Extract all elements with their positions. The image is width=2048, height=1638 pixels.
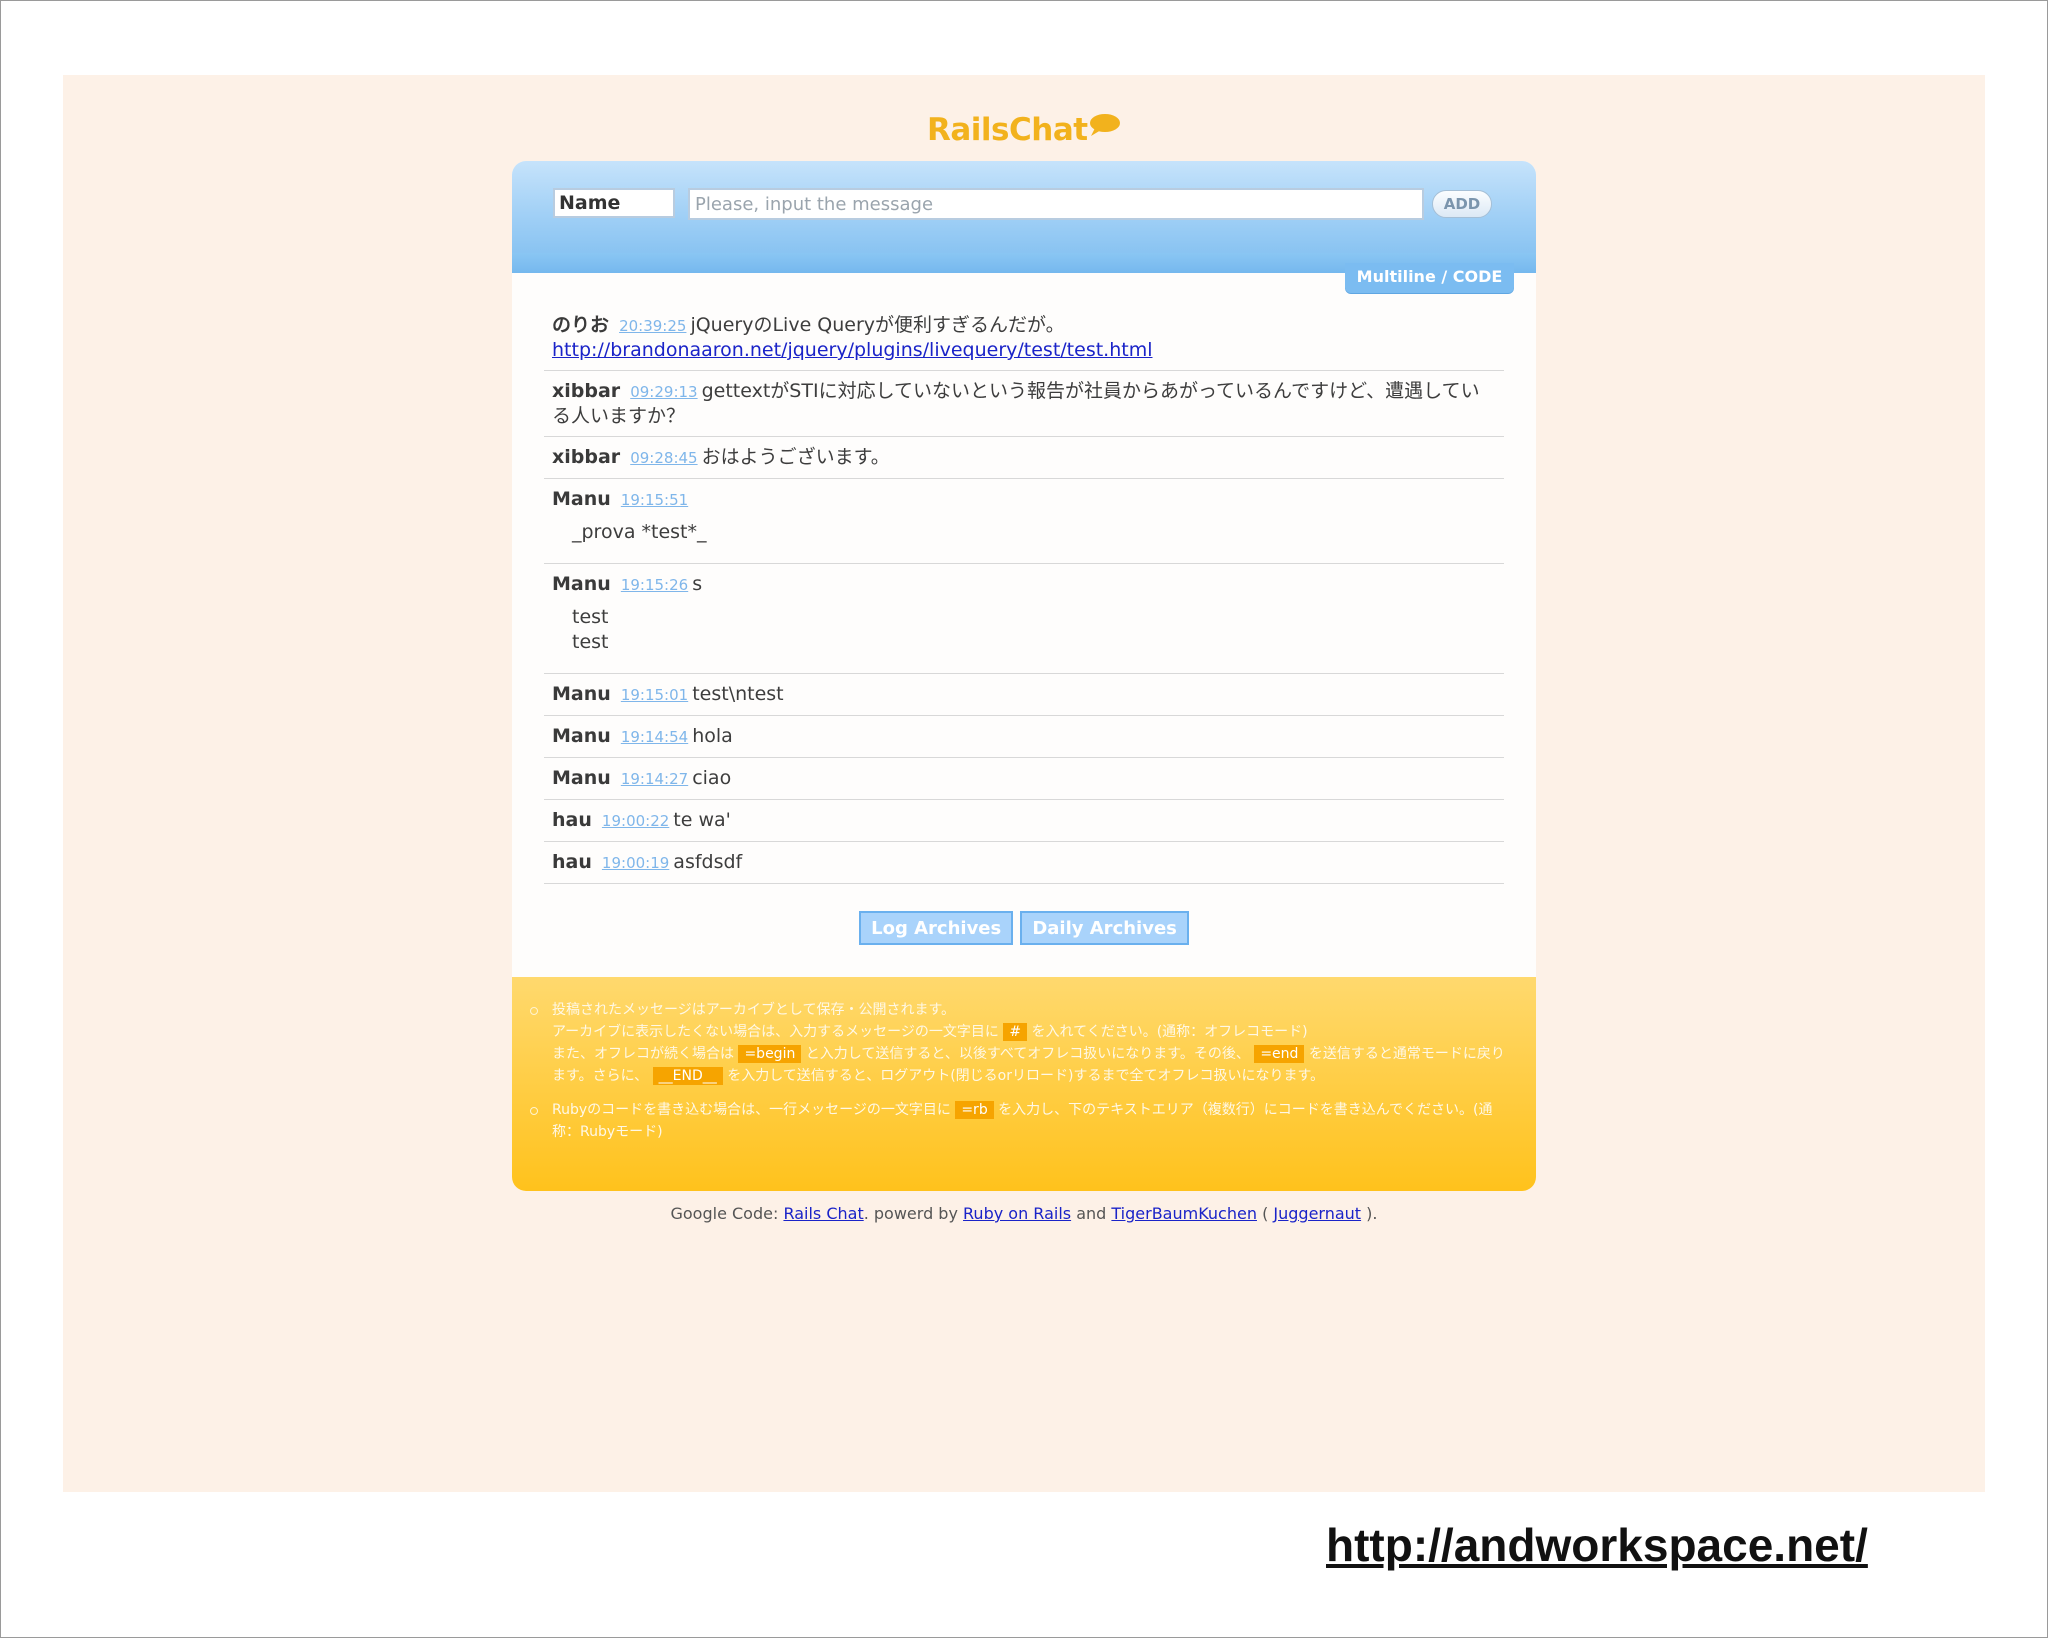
message-list: のりお 20:39:25 jQueryのLive Queryが便利すぎるんだが。 …: [544, 305, 1504, 884]
archive-buttons: Log Archives Daily Archives: [512, 911, 1536, 945]
usage-notes: 投稿されたメッセージはアーカイブとして保存・公開されます。 アーカイブに表示した…: [512, 977, 1536, 1191]
message-item: Manu 19:15:51 _prova *test*_: [544, 479, 1504, 564]
code-tag-hash: #: [1003, 1023, 1028, 1041]
code-tag-rb: =rb: [955, 1101, 994, 1119]
log-archives-button[interactable]: Log Archives: [859, 911, 1014, 945]
message-text: te wa': [673, 809, 731, 831]
note-text: 投稿されたメッセージはアーカイブとして保存・公開されます。: [552, 1002, 956, 1018]
input-bar: ADD: [512, 161, 1536, 273]
message-item: Manu 19:14:27 ciao: [544, 758, 1504, 800]
rails-chat-link[interactable]: Rails Chat: [783, 1204, 863, 1223]
add-button[interactable]: ADD: [1432, 190, 1492, 218]
ruby-on-rails-link[interactable]: Ruby on Rails: [963, 1204, 1071, 1223]
message-author: Manu: [552, 683, 611, 705]
message-text: ciao: [692, 767, 732, 789]
note-offrecord: 投稿されたメッセージはアーカイブとして保存・公開されます。 アーカイブに表示した…: [530, 999, 1516, 1087]
message-text: jQueryのLive Queryが便利すぎるんだが。: [690, 314, 1065, 336]
message-time-link[interactable]: 19:00:22: [602, 812, 669, 830]
note-ruby-mode: Rubyのコードを書き込む場合は、一行メッセージの一文字目に =rb を入力し、…: [530, 1099, 1516, 1143]
message-item: xibbar 09:29:13 gettextがSTIに対応していないという報告が…: [544, 371, 1504, 437]
railschat-logo: RailsChat: [927, 110, 1127, 152]
message-time-link[interactable]: 19:00:19: [602, 854, 669, 872]
message-time-link[interactable]: 19:15:01: [621, 686, 688, 704]
message-time-link[interactable]: 09:28:45: [630, 449, 697, 467]
message-time-link[interactable]: 19:14:54: [621, 728, 688, 746]
credits-footer: Google Code: Rails Chat. powerd by Ruby …: [512, 1204, 1536, 1223]
note-text: また、オフレコが続く場合は: [552, 1046, 734, 1062]
message-author: hau: [552, 809, 592, 831]
message-item: Manu 19:15:26 s test test: [544, 564, 1504, 674]
message-item: Manu 19:15:01 test\ntest: [544, 674, 1504, 716]
speech-bubble-icon: [1090, 114, 1120, 136]
chat-panel: ADD Multiline / CODE のりお 20:39:25jQueryの…: [512, 161, 1536, 1191]
note-text: と入力して送信すると、以後すべてオフレコ扱いになります。その後、: [805, 1046, 1250, 1062]
message-body-line: test: [572, 606, 609, 628]
message-body-line: test: [572, 631, 609, 653]
app-title: RailsChat: [927, 112, 1088, 148]
message-item: Manu 19:14:54 hola: [544, 716, 1504, 758]
note-text: Rubyのコードを書き込む場合は、一行メッセージの一文字目に: [552, 1102, 951, 1118]
note-text: アーカイブに表示したくない場合は、入力するメッセージの一文字目に: [552, 1024, 999, 1040]
note-text: を入力して送信すると、ログアウト(閉じるorリロード)するまで全てオフレコ扱いに…: [727, 1068, 1325, 1084]
message-author: Manu: [552, 725, 611, 747]
message-item: hau 19:00:19 asfdsdf: [544, 842, 1504, 884]
message-item: hau 19:00:22 te wa': [544, 800, 1504, 842]
message-time-link[interactable]: 19:14:27: [621, 770, 688, 788]
message-author: xibbar: [552, 380, 621, 402]
message-author: のりお: [552, 314, 610, 336]
credits-text: ).: [1366, 1204, 1378, 1223]
message-author: Manu: [552, 573, 611, 595]
message-input[interactable]: [688, 188, 1424, 220]
message-body-block: test test: [572, 605, 1496, 655]
message-time-link[interactable]: 09:29:13: [630, 383, 697, 401]
message-time-link[interactable]: 19:15:51: [621, 491, 688, 509]
message-item: のりお 20:39:25 jQueryのLive Queryが便利すぎるんだが。 …: [544, 305, 1504, 371]
credits-text: (: [1262, 1204, 1269, 1223]
code-tag-begin: =begin: [738, 1045, 802, 1063]
message-text: hola: [692, 725, 733, 747]
site-url: http://andworkspace.net/: [1326, 1519, 1868, 1571]
message-text: asfdsdf: [673, 851, 743, 873]
message-author: xibbar: [552, 446, 621, 468]
message-author: hau: [552, 851, 592, 873]
message-author: Manu: [552, 767, 611, 789]
note-text: を入れてください。(通称：オフレコモード): [1031, 1024, 1308, 1040]
daily-archives-button[interactable]: Daily Archives: [1020, 911, 1189, 945]
tigerbaumkuchen-link[interactable]: TigerBaumKuchen: [1111, 1204, 1257, 1223]
credits-text: and: [1076, 1204, 1107, 1223]
code-tag-END: __END__: [652, 1067, 723, 1085]
message-time-link[interactable]: 20:39:25: [619, 317, 686, 335]
multiline-code-tab[interactable]: Multiline / CODE: [1345, 263, 1514, 293]
message-time-link[interactable]: 19:15:26: [621, 576, 688, 594]
message-body-block: _prova *test*_: [572, 521, 707, 543]
name-input[interactable]: [553, 188, 675, 218]
message-text: s: [692, 573, 703, 595]
message-text: おはようございます。: [701, 446, 890, 468]
credits-text: Google Code:: [670, 1204, 779, 1223]
juggernaut-link[interactable]: Juggernaut: [1273, 1204, 1361, 1223]
credits-text: . powerd by: [863, 1204, 958, 1223]
message-author: Manu: [552, 488, 611, 510]
message-item: xibbar 09:28:45 おはようございます。: [544, 437, 1504, 479]
message-text: test\ntest: [692, 683, 784, 705]
code-tag-end: =end: [1254, 1045, 1305, 1063]
message-url-link[interactable]: http://brandonaaron.net/jquery/plugins/l…: [552, 339, 1153, 361]
